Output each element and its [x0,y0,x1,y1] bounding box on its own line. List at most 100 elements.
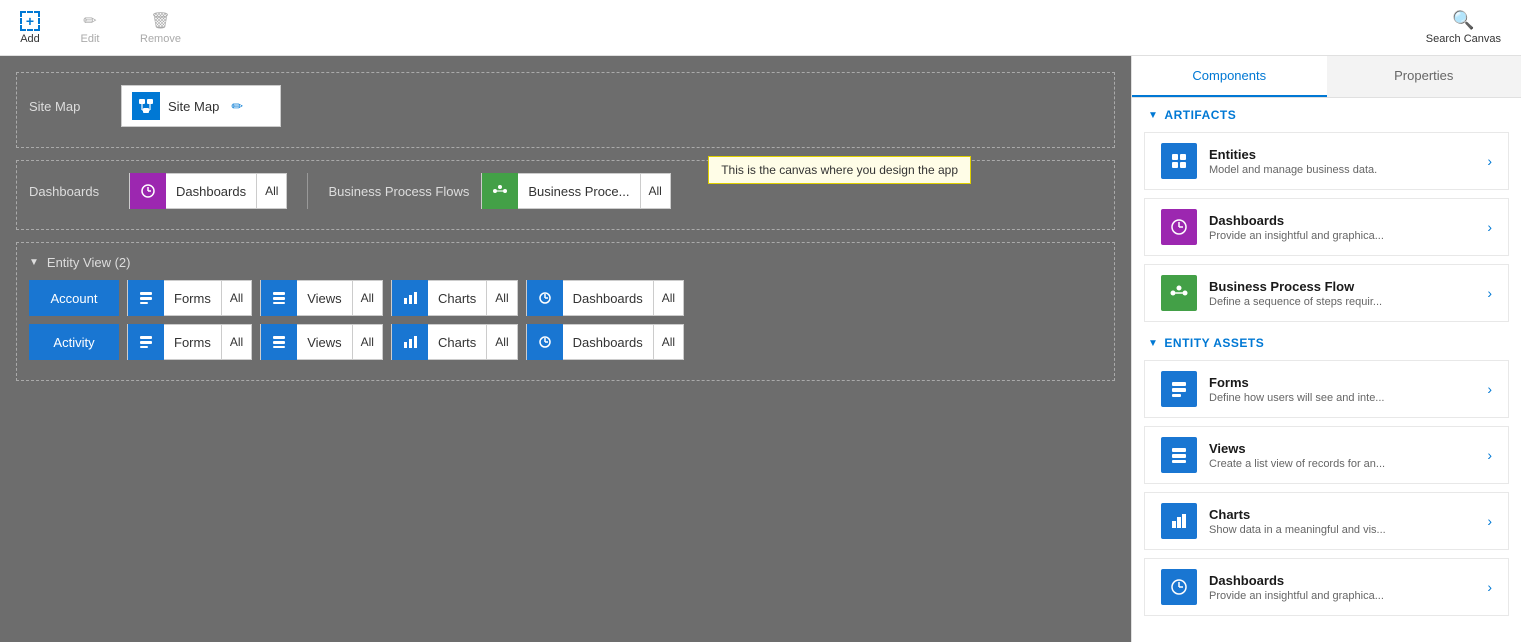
activity-charts-all[interactable]: All [486,325,516,359]
activity-forms-chip[interactable]: Forms All [127,324,252,360]
entity-view-header: ▼ Entity View (2) [29,255,1102,270]
activity-views-all[interactable]: All [352,325,382,359]
activity-views-label: Views [297,335,351,350]
artifacts-chevron-icon: ▼ [1148,110,1158,121]
remove-label: Remove [140,33,181,45]
tab-components-label: Components [1192,68,1266,83]
tab-components[interactable]: Components [1132,56,1327,97]
activity-charts-label: Charts [428,335,486,350]
bpf-chip-icon [482,173,518,209]
dashboards2-arrow-icon: › [1487,579,1492,595]
component-item-entities[interactable]: Entities Model and manage business data.… [1144,132,1509,190]
activity-dashboards-chip[interactable]: Dashboards All [526,324,684,360]
account-dashboards-label: Dashboards [563,291,653,306]
dashboards2-comp-icon [1161,569,1197,605]
dashboards2-comp-text: Dashboards Provide an insightful and gra… [1209,573,1475,602]
canvas-area[interactable]: This is the canvas where you design the … [0,56,1131,642]
entity-assets-chevron-icon: ▼ [1148,338,1158,349]
forms-comp-icon [1161,371,1197,407]
sitemap-card[interactable]: Site Map ✏ [121,85,281,127]
account-forms-chip[interactable]: Forms All [127,280,252,316]
edit-icon: ✏ [80,11,100,31]
dashboards-comp-text: Dashboards Provide an insightful and gra… [1209,213,1475,242]
activity-button[interactable]: Activity [29,324,119,360]
dashboards-arrow-icon: › [1487,219,1492,235]
bpf-comp-name: Business Process Flow [1209,279,1475,294]
add-label: Add [20,33,40,45]
collapse-icon[interactable]: ▼ [29,257,39,268]
remove-button[interactable]: 🗑 Remove [132,7,189,49]
views-arrow-icon: › [1487,447,1492,463]
edit-button[interactable]: ✏ Edit [72,7,108,49]
canvas-tooltip: This is the canvas where you design the … [708,156,971,184]
entity-assets-header: ▼ ENTITY ASSETS [1132,326,1521,356]
right-panel: Components Properties ▼ ARTIFACTS Entiti… [1131,56,1521,642]
dashboards-chip-all[interactable]: All [256,174,286,208]
charts-comp-text: Charts Show data in a meaningful and vis… [1209,507,1475,536]
bpf-comp-desc: Define a sequence of steps requir... [1209,296,1475,308]
bpf-arrow-icon: › [1487,285,1492,301]
activity-dashboards-all[interactable]: All [653,325,683,359]
search-icon: 🔍 [1452,10,1474,31]
artifacts-header-label: ARTIFACTS [1164,108,1236,122]
activity-views-icon [261,324,297,360]
search-canvas-label: Search Canvas [1426,33,1501,45]
account-forms-label: Forms [164,291,221,306]
activity-charts-icon [392,324,428,360]
account-charts-label: Charts [428,291,486,306]
dashboards-comp-icon [1161,209,1197,245]
component-item-charts[interactable]: Charts Show data in a meaningful and vis… [1144,492,1509,550]
account-dashboards-chip[interactable]: Dashboards All [526,280,684,316]
component-item-dashboards[interactable]: Dashboards Provide an insightful and gra… [1144,198,1509,256]
add-button[interactable]: + Add [12,7,48,49]
search-canvas-button[interactable]: 🔍 Search Canvas [1418,6,1509,49]
sitemap-card-icon [132,92,160,120]
entity-assets-header-label: ENTITY ASSETS [1164,336,1264,350]
account-forms-all[interactable]: All [221,281,251,315]
dashboards-chip-icon [130,173,166,209]
forms-arrow-icon: › [1487,381,1492,397]
bpf-chip-all[interactable]: All [640,174,670,208]
bpf-chip-label: Business Proce... [518,184,639,199]
component-item-views[interactable]: Views Create a list view of records for … [1144,426,1509,484]
bpf-chip[interactable]: Business Proce... All [481,173,671,209]
entities-arrow-icon: › [1487,153,1492,169]
charts-icon [392,280,428,316]
component-item-forms[interactable]: Forms Define how users will see and inte… [1144,360,1509,418]
charts-arrow-icon: › [1487,513,1492,529]
activity-charts-chip[interactable]: Charts All [391,324,518,360]
add-icon: + [20,11,40,31]
activity-forms-all[interactable]: All [221,325,251,359]
component-item-dashboards2[interactable]: Dashboards Provide an insightful and gra… [1144,558,1509,616]
toolbar: + Add ✏ Edit 🗑 Remove 🔍 Search Canvas [0,0,1521,56]
charts-comp-icon [1161,503,1197,539]
views-comp-desc: Create a list view of records for an... [1209,458,1475,470]
activity-dashboards-label: Dashboards [563,335,653,350]
account-dashboards-all[interactable]: All [653,281,683,315]
activity-forms-label: Forms [164,335,221,350]
component-item-bpf[interactable]: Business Process Flow Define a sequence … [1144,264,1509,322]
entities-desc: Model and manage business data. [1209,164,1475,176]
account-charts-all[interactable]: All [486,281,516,315]
activity-views-chip[interactable]: Views All [260,324,383,360]
entities-icon [1161,143,1197,179]
panel-tabs: Components Properties [1132,56,1521,98]
dashboards-chip-label: Dashboards [166,184,256,199]
dashboards-chip[interactable]: Dashboards All [129,173,287,209]
views-comp-icon [1161,437,1197,473]
account-views-chip[interactable]: Views All [260,280,383,316]
account-views-all[interactable]: All [352,281,382,315]
sitemap-section-label: Site Map [29,99,109,114]
entity-row-account: Account Forms All Views All [29,280,1102,316]
dashboards-comp-name: Dashboards [1209,213,1475,228]
sitemap-edit-icon[interactable]: ✏ [231,98,243,115]
entity-view-section: ▼ Entity View (2) Account Forms All [16,242,1115,381]
tab-properties[interactable]: Properties [1327,56,1521,97]
account-button[interactable]: Account [29,280,119,316]
bpf-section-label: Business Process Flows [328,184,469,199]
forms-comp-name: Forms [1209,375,1475,390]
entities-name: Entities [1209,147,1475,162]
account-charts-chip[interactable]: Charts All [391,280,518,316]
account-views-label: Views [297,291,351,306]
divider [307,173,308,209]
